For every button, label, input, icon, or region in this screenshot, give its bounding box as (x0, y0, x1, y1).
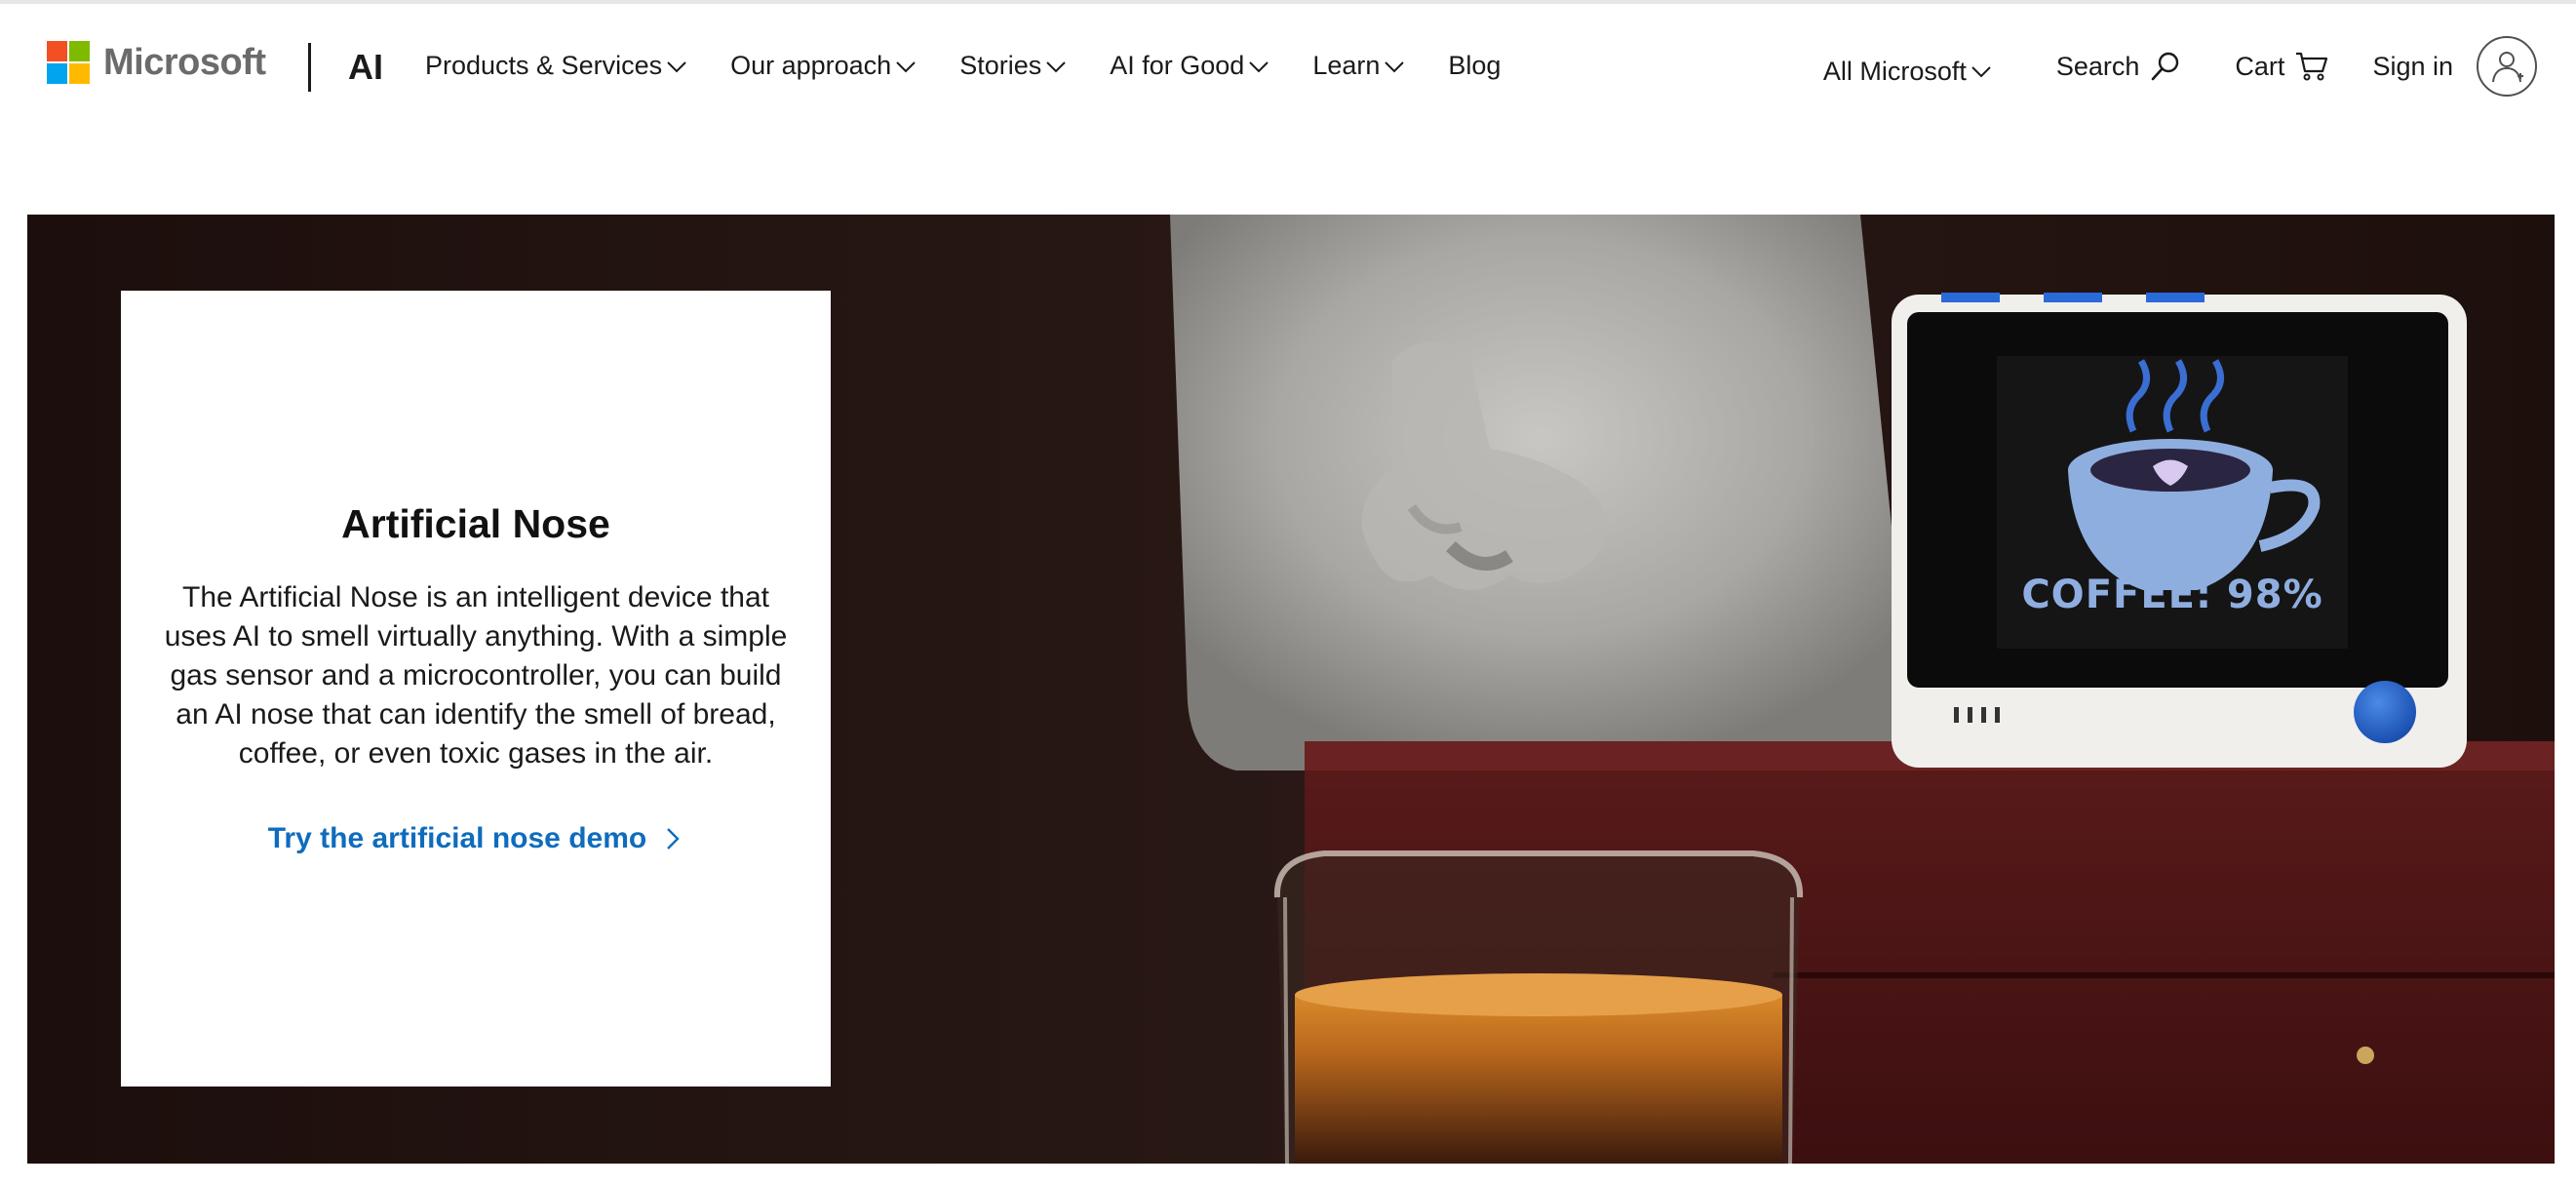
microsoft-logo[interactable]: Microsoft (47, 39, 266, 86)
chevron-down-icon (1249, 60, 1269, 72)
device-screen-text: COFFEE: 98% (2021, 573, 2323, 617)
chevron-down-icon (896, 60, 916, 72)
utility-nav: All Microsoft Search Cart Sign in (1823, 35, 2537, 98)
microsoft-logo-icon (47, 41, 90, 84)
search-icon (2152, 52, 2179, 81)
nav-label: AI for Good (1110, 51, 1245, 80)
cart-icon (2296, 52, 2328, 81)
nav-our-approach[interactable]: Our approach (730, 51, 917, 81)
brand-name: Microsoft (103, 41, 266, 83)
all-microsoft-label: All Microsoft (1822, 56, 1967, 86)
hero-description: The Artificial Nose is an intelligent de… (164, 581, 788, 770)
hero-title: Artificial Nose (341, 501, 610, 546)
search-label: Search (2055, 51, 2140, 81)
search-button[interactable]: Search (2056, 50, 2183, 83)
cart-button[interactable]: Cart (2235, 50, 2329, 83)
nav-stories[interactable]: Stories (959, 51, 1067, 81)
hero-card: Artificial Nose The Artificial Nose is a… (121, 291, 831, 1087)
nav-label: Stories (959, 51, 1042, 80)
nav-products-services[interactable]: Products & Services (425, 51, 687, 81)
chevron-down-icon (1046, 60, 1066, 72)
nav-ai-for-good[interactable]: AI for Good (1110, 51, 1269, 81)
nav-label: Learn (1312, 51, 1381, 80)
section-home-link[interactable]: AI (348, 47, 383, 88)
cart-label: Cart (2235, 51, 2285, 81)
user-avatar-icon[interactable] (2477, 36, 2537, 97)
nav-label: Blog (1448, 51, 1502, 80)
cta-label: Try the artificial nose demo (267, 822, 647, 854)
site-header: Microsoft AI Products & Services Our app… (0, 4, 2576, 121)
artificial-nose-demo-link[interactable]: Try the artificial nose demo (268, 822, 683, 855)
nav-label: Products & Services (425, 51, 663, 80)
nav-blog[interactable]: Blog (1448, 51, 1501, 81)
sign-in-label: Sign in (2372, 51, 2453, 81)
chevron-down-icon (667, 60, 686, 72)
chevron-down-icon (1385, 60, 1405, 72)
chevron-right-icon (667, 828, 680, 850)
nav-label: Our approach (730, 51, 892, 80)
primary-nav: Products & Services Our approach Stories… (425, 51, 1543, 81)
nav-learn[interactable]: Learn (1312, 51, 1405, 81)
all-microsoft-menu[interactable]: All Microsoft (1823, 57, 1992, 87)
person-icon (2492, 52, 2523, 83)
sign-in-link[interactable]: Sign in (2372, 52, 2453, 82)
chevron-down-icon (1971, 66, 1991, 78)
header-divider (308, 43, 311, 92)
